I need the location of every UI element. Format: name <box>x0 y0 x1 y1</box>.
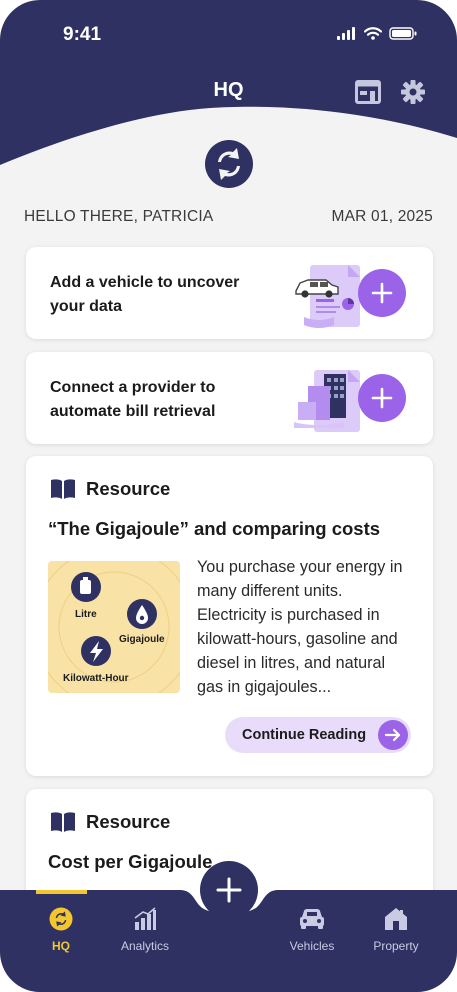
resource-thumbnail: Litre Gigajoule Kilowatt-Hour <box>48 561 180 693</box>
resource-label: Resource <box>86 478 171 499</box>
phone-screen: 9:41 HQ HELLO THERE, PATRICIA MAR 01, 20… <box>0 0 457 992</box>
book-icon <box>51 479 75 499</box>
hq-icon <box>49 907 73 931</box>
nav-item-hq[interactable]: HQ <box>21 890 101 970</box>
battery-icon <box>389 27 417 40</box>
analytics-icon <box>134 907 156 930</box>
connect-provider-button[interactable] <box>358 374 406 422</box>
store-icon <box>355 80 381 104</box>
resource-title[interactable]: “The Gigajoule” and comparing costs <box>48 518 380 540</box>
nav-label-property: Property <box>373 939 419 953</box>
litre-label: Litre <box>75 609 97 620</box>
add-vehicle-button[interactable] <box>358 269 406 317</box>
connect-provider-text: Connect a provider to automate bill retr… <box>50 379 216 420</box>
settings-button[interactable] <box>399 78 427 106</box>
kilowatt-hour-label: Kilowatt-Hour <box>63 673 129 684</box>
book-icon <box>51 812 75 832</box>
nav-label-hq: HQ <box>52 939 70 953</box>
status-time: 9:41 <box>63 24 102 45</box>
connect-provider-card[interactable]: Connect a provider to automate bill retr… <box>26 352 433 444</box>
add-vehicle-card[interactable]: Add a vehicle to uncover your data <box>26 247 433 339</box>
wifi-icon <box>364 27 382 40</box>
continue-reading-button[interactable]: Continue Reading <box>225 717 411 753</box>
plus-icon <box>371 282 393 304</box>
nav-label-analytics: Analytics <box>120 939 170 953</box>
page-title: HQ <box>213 79 244 101</box>
add-vehicle-text: Add a vehicle to uncover your data <box>50 274 240 315</box>
resource-header: Resource <box>50 811 170 833</box>
plus-icon <box>216 877 242 903</box>
status-icons <box>337 27 417 40</box>
resource-title[interactable]: Cost per Gigajoule <box>48 851 212 873</box>
plus-icon <box>371 387 393 409</box>
gigajoule-label: Gigajoule <box>119 634 165 645</box>
vehicle-report-illustration <box>295 265 360 328</box>
nav-item-vehicles[interactable]: Vehicles <box>272 890 352 970</box>
greeting-text: HELLO THERE, PATRICIA <box>24 208 214 225</box>
resource-header: Resource <box>50 478 170 500</box>
signal-icon <box>337 27 355 40</box>
store-button[interactable] <box>354 78 382 106</box>
app-logo-icon <box>205 140 253 188</box>
continue-reading-label: Continue Reading <box>242 727 367 743</box>
add-fab-button[interactable] <box>200 861 258 919</box>
status-bar: 9:41 <box>0 0 457 70</box>
date-text: MAR 01, 2025 <box>331 208 433 225</box>
nav-item-analytics[interactable]: Analytics <box>105 890 185 970</box>
house-icon <box>385 908 407 930</box>
nav-item-property[interactable]: Property <box>356 890 436 970</box>
building-bill-illustration <box>294 370 360 432</box>
greeting-row: HELLO THERE, PATRICIA MAR 01, 2025 <box>24 208 433 226</box>
arrow-right-icon <box>378 720 408 750</box>
resource-card[interactable]: Resource “The Gigajoule” and comparing c… <box>26 456 433 776</box>
nav-label-vehicles: Vehicles <box>289 939 335 953</box>
resource-excerpt: You purchase your energy in many differe… <box>197 558 403 696</box>
gear-icon <box>401 80 425 104</box>
resource-label: Resource <box>86 811 171 832</box>
car-icon <box>300 909 324 929</box>
